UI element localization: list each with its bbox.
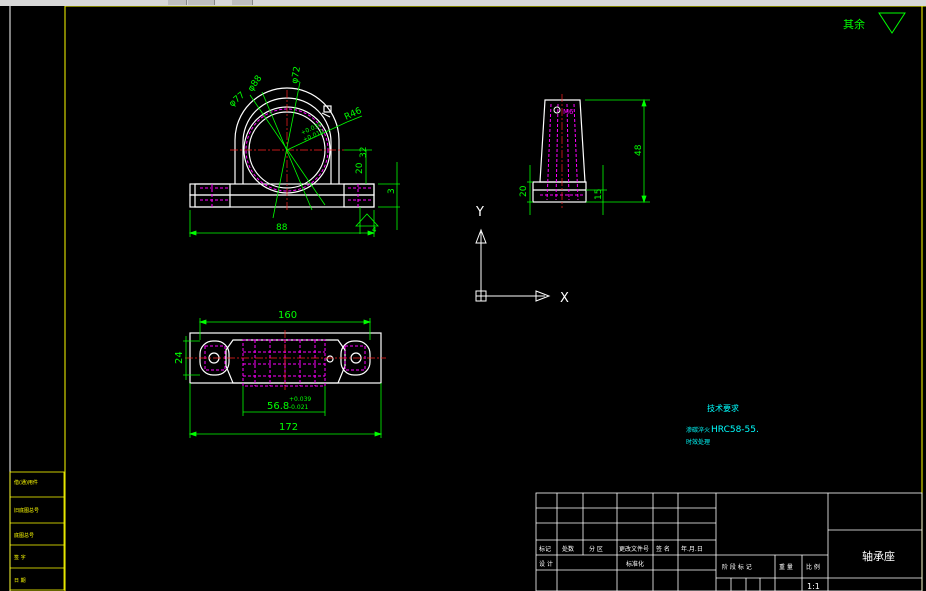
toolbar-button[interactable]	[232, 0, 253, 5]
side-view-hidden	[540, 103, 583, 201]
dim-568: 56.8	[267, 401, 289, 412]
dim-phi88: φ88	[246, 74, 264, 94]
tb-date: 年.月.日	[681, 545, 703, 553]
side-view-screw-hole	[553, 106, 561, 114]
tb-scale-value: 1:1	[807, 582, 820, 591]
tb-sign: 签 名	[656, 545, 670, 553]
notes-title: 技术要求	[707, 403, 739, 413]
roughness-symbol: 其余	[843, 12, 906, 34]
tol-lower-top: -0.021	[289, 404, 309, 411]
dim-172: 172	[279, 422, 298, 433]
dim-3: 3	[387, 188, 397, 194]
drawing-frame	[9, 6, 926, 591]
roughness-label: 其余	[843, 17, 865, 31]
tol-upper-top: +0.039	[289, 396, 311, 403]
toolbar-button[interactable]	[188, 0, 215, 5]
dim-20-side: 20	[519, 185, 529, 197]
dim-phi72: φ72	[290, 66, 303, 85]
tb-scale: 比 例	[806, 563, 820, 571]
ucs-icon	[475, 228, 551, 302]
ucs-y-label: Y	[475, 205, 484, 220]
dim-48: 48	[634, 144, 644, 156]
tb-std: 标准化	[626, 560, 644, 568]
dim-32: 32	[359, 147, 369, 158]
toolbar-button[interactable]	[168, 0, 187, 5]
left-table-row-2: 旧底图总号	[14, 507, 39, 514]
technical-notes: 技术要求 渗碳淬火 HRC58-55. 时效处理	[686, 403, 759, 446]
notes-line2: 时效处理	[686, 438, 710, 446]
side-view[interactable]: 48 20 15 M6	[519, 94, 650, 215]
top-view-dimensions	[183, 318, 383, 438]
side-view-label: M6	[563, 108, 574, 116]
dim-15: 15	[594, 189, 604, 200]
notes-line1-value: HRC58-55.	[711, 425, 759, 435]
tb-stage: 阶 段 标 记	[722, 563, 752, 571]
side-view-dimensions	[527, 98, 650, 215]
left-table-row-5: 日 期	[14, 578, 26, 584]
side-view-outline	[532, 99, 587, 203]
ucs-x-label: X	[560, 291, 569, 306]
left-table-row-3: 底图总号	[14, 532, 34, 539]
tb-design: 设 计	[539, 560, 553, 568]
left-table-row-1: 借(通)用件	[14, 479, 38, 486]
tb-zone: 分 区	[589, 545, 603, 553]
left-record-table	[9, 471, 65, 591]
tb-part-name: 轴承座	[862, 549, 895, 563]
tb-mark: 标记	[539, 545, 551, 553]
front-view-outline	[189, 87, 375, 208]
dim-20-front: 20	[355, 162, 365, 174]
tb-weight: 重 量	[779, 563, 793, 571]
front-view[interactable]: φ77 φ88 φ72 R46 32 20 88 3 4 +0.030 +0.0…	[188, 66, 400, 237]
title-block	[535, 492, 923, 591]
tb-count: 处数	[562, 545, 574, 553]
dim-88: 88	[276, 223, 288, 233]
dim-phi77: φ77	[228, 90, 248, 109]
tb-docno: 更改文件号	[619, 545, 649, 553]
dim-r46: R46	[343, 106, 364, 123]
dim-160: 160	[278, 310, 297, 321]
top-view[interactable]: 160 24 172 56.8 +0.039 -0.021	[174, 310, 386, 438]
front-view-dimensions	[188, 81, 400, 237]
left-table-row-4: 签 字	[14, 554, 26, 561]
cad-drawing-canvas[interactable]: 借(通)用件 旧底图总号 底图总号 签 字 日 期 其余 φ77 φ88 φ72…	[0, 6, 926, 591]
front-view-hidden	[200, 108, 372, 207]
dim-small: 4	[372, 226, 377, 234]
dim-24: 24	[174, 351, 185, 364]
notes-line1-prefix: 渗碳淬火	[686, 426, 710, 434]
